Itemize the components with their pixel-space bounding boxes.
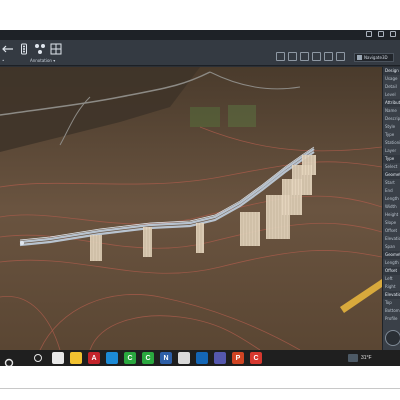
property-row[interactable]: Elevation: [383, 235, 400, 243]
acrobat-icon[interactable]: A: [88, 352, 100, 364]
bridge-pier: [302, 155, 316, 175]
orbit-icon[interactable]: [300, 52, 309, 61]
close-icon[interactable]: [390, 31, 396, 37]
window-controls: [366, 31, 396, 37]
field: [190, 107, 220, 127]
view-dropdown[interactable]: Navigate3D: [354, 53, 394, 62]
terrain-scene: [0, 67, 382, 350]
desktop-below: [0, 366, 400, 400]
property-section-header[interactable]: Type: [383, 155, 400, 163]
minimize-icon[interactable]: [366, 31, 372, 37]
ribbon-tools: [2, 43, 62, 55]
chrome-icon[interactable]: [52, 352, 64, 364]
look-icon[interactable]: [324, 52, 333, 61]
file-explorer-icon[interactable]: [70, 352, 82, 364]
ribbon-panel-left-label: •: [2, 58, 5, 63]
property-row[interactable]: Layer: [383, 147, 400, 155]
property-row[interactable]: Length: [383, 259, 400, 267]
property-row[interactable]: Level: [383, 91, 400, 99]
view-cube-icon: [357, 55, 362, 60]
property-row[interactable]: Description: [383, 115, 400, 123]
property-section-header[interactable]: Offset: [383, 267, 400, 275]
windows-taskbar: ACCNPC 31°F: [0, 350, 400, 368]
property-row[interactable]: Slope: [383, 219, 400, 227]
teams-icon[interactable]: [214, 352, 226, 364]
settings-icon[interactable]: [336, 52, 345, 61]
divider: [0, 388, 400, 389]
bridge-pier: [240, 212, 260, 246]
3d-viewport[interactable]: [0, 67, 382, 350]
taskbar-apps: ACCNPC: [52, 352, 262, 364]
powerpoint-icon[interactable]: P: [232, 352, 244, 364]
bridge-pier: [143, 227, 152, 257]
property-row[interactable]: Span: [383, 243, 400, 251]
property-row[interactable]: Bottom: [383, 307, 400, 315]
navigation-wheel-icon[interactable]: [385, 330, 400, 346]
property-row[interactable]: Offset: [383, 227, 400, 235]
grid-tool-icon[interactable]: [50, 43, 62, 55]
civil3d-2-icon[interactable]: C: [142, 352, 154, 364]
search-icon[interactable]: [34, 354, 42, 362]
system-tray: 31°F: [348, 354, 372, 362]
property-row[interactable]: Start: [383, 179, 400, 187]
pdf-viewer-icon[interactable]: [178, 352, 190, 364]
property-row[interactable]: Stationing: [383, 139, 400, 147]
ribbon: • Annotation ▾ Navigate3D: [0, 40, 400, 66]
edge-icon[interactable]: [106, 352, 118, 364]
property-row[interactable]: Type: [383, 131, 400, 139]
traffic-light-icon[interactable]: [18, 43, 30, 55]
civil3d-window: • Annotation ▾ Navigate3D Design Usage D…: [0, 30, 400, 350]
network-icon[interactable]: [34, 43, 46, 55]
walk-icon[interactable]: [312, 52, 321, 61]
app-red-icon[interactable]: C: [250, 352, 262, 364]
browser-chrome-top: [0, 0, 400, 30]
property-row[interactable]: Top: [383, 299, 400, 307]
property-row[interactable]: Name: [383, 107, 400, 115]
property-row[interactable]: Height: [383, 211, 400, 219]
property-row[interactable]: Width: [383, 203, 400, 211]
view-dropdown-value: Navigate3D: [364, 55, 388, 60]
bridge-pier: [196, 223, 204, 253]
property-row[interactable]: End: [383, 187, 400, 195]
property-section-header[interactable]: Geometry: [383, 251, 400, 259]
civil3d-1-icon[interactable]: C: [124, 352, 136, 364]
windows-start-icon[interactable]: [4, 353, 14, 368]
pan-icon[interactable]: [288, 52, 297, 61]
view-tools: [276, 52, 345, 61]
property-row[interactable]: Select: [383, 163, 400, 171]
property-row[interactable]: Length: [383, 195, 400, 203]
annotation-panel-label[interactable]: Annotation ▾: [30, 58, 55, 63]
property-row[interactable]: Right: [383, 283, 400, 291]
properties-panel: DesignUsageDetailLevelAttributesNameDesc…: [382, 67, 400, 350]
property-row[interactable]: Style: [383, 123, 400, 131]
field: [228, 105, 256, 127]
property-row[interactable]: Detail: [383, 83, 400, 91]
weather-icon[interactable]: [348, 354, 358, 362]
property-section-header[interactable]: Design: [383, 67, 400, 75]
navisworks-icon[interactable]: N: [160, 352, 172, 364]
temperature: 31°F: [361, 355, 372, 361]
bridge-pier: [90, 235, 102, 261]
bridge-abutment: [20, 241, 24, 245]
property-section-header[interactable]: Attributes: [383, 99, 400, 107]
outlook-icon[interactable]: [196, 352, 208, 364]
property-row[interactable]: Profile: [383, 315, 400, 323]
maximize-icon[interactable]: [378, 31, 384, 37]
property-section-header[interactable]: Elevation: [383, 291, 400, 299]
title-bar: [0, 30, 400, 40]
property-row[interactable]: Usage: [383, 75, 400, 83]
zoom-icon[interactable]: [276, 52, 285, 61]
arrow-tool-icon[interactable]: [2, 43, 14, 55]
property-row[interactable]: Left: [383, 275, 400, 283]
property-section-header[interactable]: Geometry: [383, 171, 400, 179]
